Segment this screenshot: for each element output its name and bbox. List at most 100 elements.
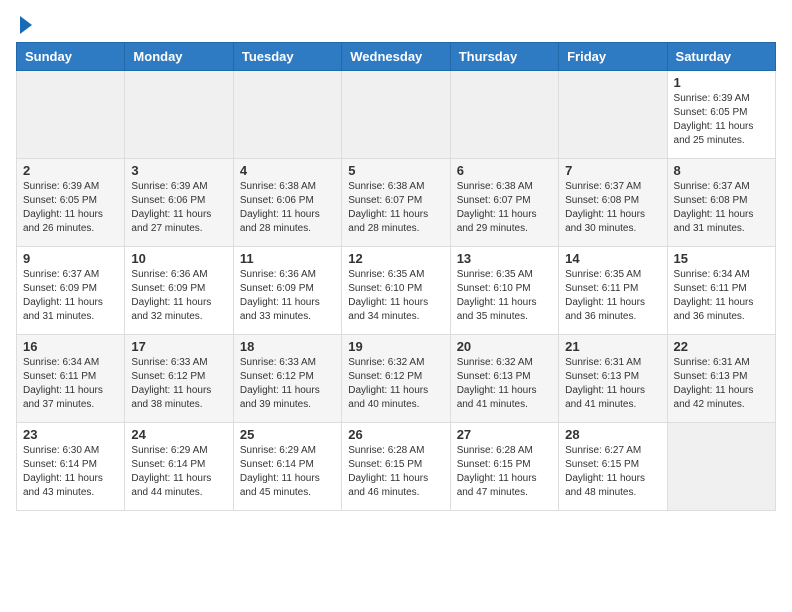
calendar-cell: 5 Sunrise: 6:38 AM Sunset: 6:07 PM Daylig…: [342, 159, 450, 247]
day-info: Sunrise: 6:39 AM Sunset: 6:05 PM Dayligh…: [674, 92, 769, 148]
calendar-cell: 20Sunrise: 6:32 AM Sunset: 6:13 PM Dayli…: [450, 335, 558, 423]
day-number: 27: [457, 427, 552, 442]
day-info: Sunrise: 6:31 AM Sunset: 6:13 PM Dayligh…: [674, 356, 769, 412]
day-of-week-header: Thursday: [450, 43, 558, 71]
day-info: Sunrise: 6:35 AM Sunset: 6:11 PM Dayligh…: [565, 268, 660, 324]
calendar-cell: 11 Sunrise: 6:36 AM Sunset: 6:09 PM Dayli…: [233, 247, 341, 335]
day-number: 15: [674, 251, 769, 266]
calendar-cell: [667, 423, 775, 511]
calendar-body: 1 Sunrise: 6:39 AM Sunset: 6:05 PM Daylig…: [17, 71, 776, 511]
calendar-cell: 4 Sunrise: 6:38 AM Sunset: 6:06 PM Daylig…: [233, 159, 341, 247]
day-number: 9: [23, 251, 118, 266]
calendar-cell: 9 Sunrise: 6:37 AM Sunset: 6:09 PM Daylig…: [17, 247, 125, 335]
day-info: Sunrise: 6:28 AM Sunset: 6:15 PM Dayligh…: [348, 444, 443, 500]
calendar-cell: 10 Sunrise: 6:36 AM Sunset: 6:09 PM Dayli…: [125, 247, 233, 335]
calendar-cell: [450, 71, 558, 159]
day-of-week-header: Monday: [125, 43, 233, 71]
day-number: 4: [240, 163, 335, 178]
day-number: 11: [240, 251, 335, 266]
logo-arrow-icon: [20, 16, 32, 34]
day-info: Sunrise: 6:33 AM Sunset: 6:12 PM Dayligh…: [240, 356, 335, 412]
day-info: Sunrise: 6:36 AM Sunset: 6:09 PM Dayligh…: [131, 268, 226, 324]
day-number: 24: [131, 427, 226, 442]
day-number: 2: [23, 163, 118, 178]
calendar-cell: 27 Sunrise: 6:28 AM Sunset: 6:15 PM Dayli…: [450, 423, 558, 511]
logo: [16, 16, 32, 34]
day-info: Sunrise: 6:37 AM Sunset: 6:08 PM Dayligh…: [565, 180, 660, 236]
day-info: Sunrise: 6:28 AM Sunset: 6:15 PM Dayligh…: [457, 444, 552, 500]
day-info: Sunrise: 6:36 AM Sunset: 6:09 PM Dayligh…: [240, 268, 335, 324]
day-info: Sunrise: 6:32 AM Sunset: 6:12 PM Dayligh…: [348, 356, 443, 412]
day-number: 1: [674, 75, 769, 90]
day-number: 17: [131, 339, 226, 354]
day-of-week-header: Sunday: [17, 43, 125, 71]
day-number: 6: [457, 163, 552, 178]
day-number: 19: [348, 339, 443, 354]
day-info: Sunrise: 6:32 AM Sunset: 6:13 PM Dayligh…: [457, 356, 552, 412]
day-of-week-header: Friday: [559, 43, 667, 71]
calendar-cell: 2 Sunrise: 6:39 AM Sunset: 6:05 PM Daylig…: [17, 159, 125, 247]
day-number: 7: [565, 163, 660, 178]
day-number: 10: [131, 251, 226, 266]
day-number: 21: [565, 339, 660, 354]
day-number: 3: [131, 163, 226, 178]
calendar-cell: [342, 71, 450, 159]
calendar-cell: 3 Sunrise: 6:39 AM Sunset: 6:06 PM Daylig…: [125, 159, 233, 247]
day-info: Sunrise: 6:37 AM Sunset: 6:08 PM Dayligh…: [674, 180, 769, 236]
day-of-week-header: Wednesday: [342, 43, 450, 71]
day-info: Sunrise: 6:30 AM Sunset: 6:14 PM Dayligh…: [23, 444, 118, 500]
calendar-cell: 12Sunrise: 6:35 AM Sunset: 6:10 PM Dayli…: [342, 247, 450, 335]
calendar-cell: 6 Sunrise: 6:38 AM Sunset: 6:07 PM Daylig…: [450, 159, 558, 247]
day-info: Sunrise: 6:29 AM Sunset: 6:14 PM Dayligh…: [131, 444, 226, 500]
calendar-cell: 7 Sunrise: 6:37 AM Sunset: 6:08 PM Daylig…: [559, 159, 667, 247]
day-info: Sunrise: 6:35 AM Sunset: 6:10 PM Dayligh…: [348, 268, 443, 324]
day-number: 16: [23, 339, 118, 354]
day-of-week-header: Saturday: [667, 43, 775, 71]
calendar-cell: 16 Sunrise: 6:34 AM Sunset: 6:11 PM Dayli…: [17, 335, 125, 423]
calendar-cell: 21 Sunrise: 6:31 AM Sunset: 6:13 PM Dayli…: [559, 335, 667, 423]
day-info: Sunrise: 6:29 AM Sunset: 6:14 PM Dayligh…: [240, 444, 335, 500]
page-header: [16, 16, 776, 34]
day-number: 28: [565, 427, 660, 442]
day-number: 23: [23, 427, 118, 442]
calendar-cell: 15 Sunrise: 6:34 AM Sunset: 6:11 PM Dayli…: [667, 247, 775, 335]
calendar-cell: 18 Sunrise: 6:33 AM Sunset: 6:12 PM Dayli…: [233, 335, 341, 423]
calendar-cell: 25 Sunrise: 6:29 AM Sunset: 6:14 PM Dayli…: [233, 423, 341, 511]
calendar-cell: 28 Sunrise: 6:27 AM Sunset: 6:15 PM Dayli…: [559, 423, 667, 511]
day-number: 5: [348, 163, 443, 178]
calendar-cell: [233, 71, 341, 159]
calendar-cell: 8 Sunrise: 6:37 AM Sunset: 6:08 PM Daylig…: [667, 159, 775, 247]
day-info: Sunrise: 6:37 AM Sunset: 6:09 PM Dayligh…: [23, 268, 118, 324]
day-info: Sunrise: 6:33 AM Sunset: 6:12 PM Dayligh…: [131, 356, 226, 412]
day-info: Sunrise: 6:39 AM Sunset: 6:06 PM Dayligh…: [131, 180, 226, 236]
day-info: Sunrise: 6:38 AM Sunset: 6:07 PM Dayligh…: [348, 180, 443, 236]
calendar-cell: [125, 71, 233, 159]
calendar-header: SundayMondayTuesdayWednesdayThursdayFrid…: [17, 43, 776, 71]
day-number: 25: [240, 427, 335, 442]
day-number: 26: [348, 427, 443, 442]
day-info: Sunrise: 6:31 AM Sunset: 6:13 PM Dayligh…: [565, 356, 660, 412]
day-info: Sunrise: 6:34 AM Sunset: 6:11 PM Dayligh…: [23, 356, 118, 412]
calendar-cell: 19 Sunrise: 6:32 AM Sunset: 6:12 PM Dayli…: [342, 335, 450, 423]
calendar-cell: 1 Sunrise: 6:39 AM Sunset: 6:05 PM Daylig…: [667, 71, 775, 159]
calendar-cell: 23 Sunrise: 6:30 AM Sunset: 6:14 PM Dayli…: [17, 423, 125, 511]
day-number: 8: [674, 163, 769, 178]
calendar-cell: [17, 71, 125, 159]
day-number: 14: [565, 251, 660, 266]
day-number: 13: [457, 251, 552, 266]
calendar-cell: 26 Sunrise: 6:28 AM Sunset: 6:15 PM Dayli…: [342, 423, 450, 511]
calendar-cell: 22 Sunrise: 6:31 AM Sunset: 6:13 PM Dayli…: [667, 335, 775, 423]
calendar-table: SundayMondayTuesdayWednesdayThursdayFrid…: [16, 42, 776, 511]
days-of-week-row: SundayMondayTuesdayWednesdayThursdayFrid…: [17, 43, 776, 71]
day-number: 18: [240, 339, 335, 354]
day-info: Sunrise: 6:38 AM Sunset: 6:06 PM Dayligh…: [240, 180, 335, 236]
day-number: 22: [674, 339, 769, 354]
calendar-cell: 17 Sunrise: 6:33 AM Sunset: 6:12 PM Dayli…: [125, 335, 233, 423]
calendar-cell: 13 Sunrise: 6:35 AM Sunset: 6:10 PM Dayli…: [450, 247, 558, 335]
day-info: Sunrise: 6:34 AM Sunset: 6:11 PM Dayligh…: [674, 268, 769, 324]
day-info: Sunrise: 6:39 AM Sunset: 6:05 PM Dayligh…: [23, 180, 118, 236]
day-info: Sunrise: 6:27 AM Sunset: 6:15 PM Dayligh…: [565, 444, 660, 500]
calendar-cell: 24 Sunrise: 6:29 AM Sunset: 6:14 PM Dayli…: [125, 423, 233, 511]
day-info: Sunrise: 6:35 AM Sunset: 6:10 PM Dayligh…: [457, 268, 552, 324]
day-info: Sunrise: 6:38 AM Sunset: 6:07 PM Dayligh…: [457, 180, 552, 236]
